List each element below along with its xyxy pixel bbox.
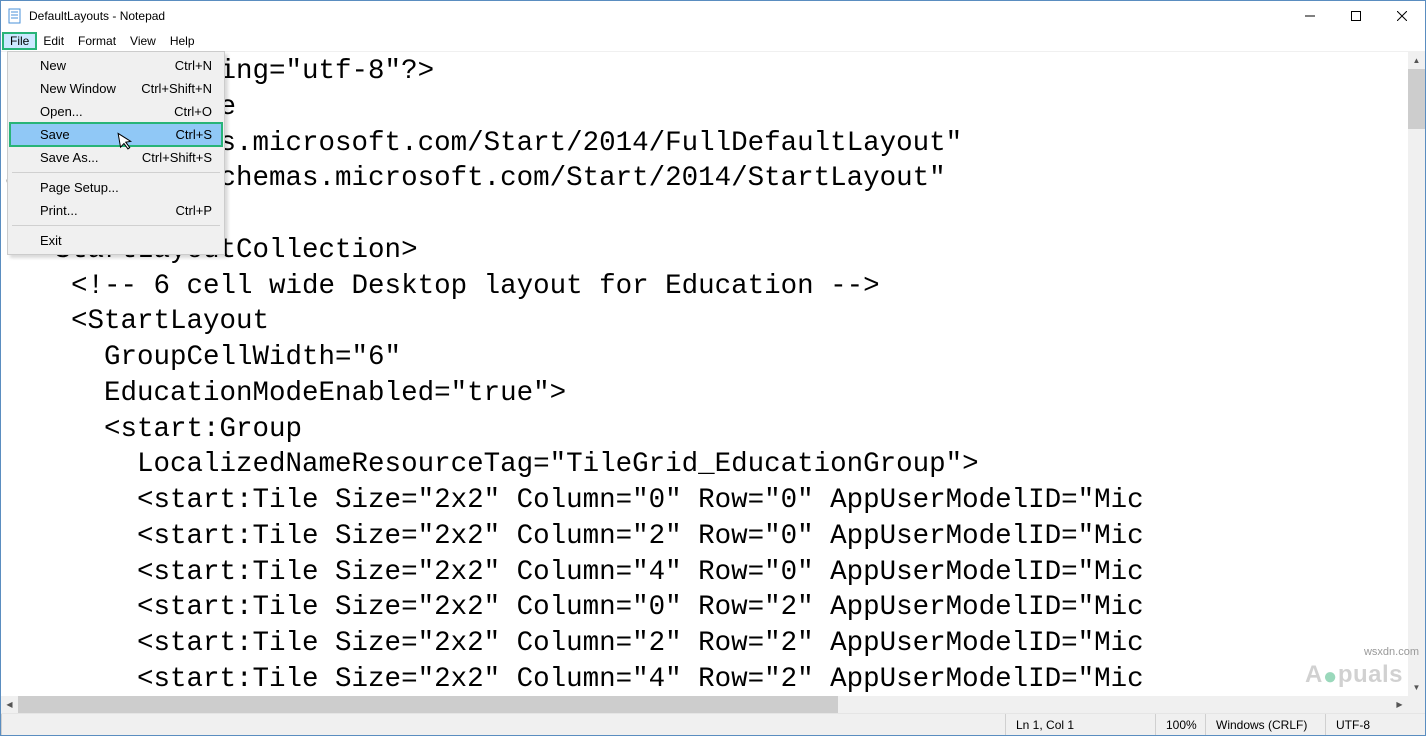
menu-item-label: Page Setup... xyxy=(40,180,119,195)
menu-item-label: New xyxy=(40,58,66,73)
menu-item-shortcut: Ctrl+N xyxy=(175,58,212,73)
app-window: DefaultLayouts - Notepad File Edit Forma… xyxy=(0,0,1426,736)
menu-item-label: New Window xyxy=(40,81,116,96)
scroll-thumb-horizontal[interactable] xyxy=(18,696,838,713)
menu-item-label: Print... xyxy=(40,203,78,218)
menu-item-shortcut: Ctrl+Shift+S xyxy=(142,150,212,165)
file-dropdown: New Ctrl+N New Window Ctrl+Shift+N Open.… xyxy=(7,51,225,255)
menu-item-label: Save xyxy=(40,127,70,142)
menu-help[interactable]: Help xyxy=(163,33,202,49)
status-encoding: UTF-8 xyxy=(1325,714,1425,735)
menu-file[interactable]: File xyxy=(3,33,36,49)
menu-item-page-setup[interactable]: Page Setup... xyxy=(10,176,222,199)
menu-item-new-window[interactable]: New Window Ctrl+Shift+N xyxy=(10,77,222,100)
maximize-button[interactable] xyxy=(1333,1,1379,31)
status-line-ending: Windows (CRLF) xyxy=(1205,714,1325,735)
menu-format[interactable]: Format xyxy=(71,33,123,49)
notepad-icon xyxy=(7,8,23,24)
status-position: Ln 1, Col 1 xyxy=(1005,714,1155,735)
menu-separator xyxy=(12,225,220,226)
scroll-up-icon[interactable]: ▲ xyxy=(1408,52,1425,69)
scroll-track-vertical[interactable] xyxy=(1408,69,1425,679)
menu-item-shortcut: Ctrl+Shift+N xyxy=(141,81,212,96)
menu-item-shortcut: Ctrl+S xyxy=(176,127,212,142)
vertical-scrollbar[interactable]: ▲ ▼ xyxy=(1408,52,1425,696)
menu-view[interactable]: View xyxy=(123,33,163,49)
menu-item-shortcut: Ctrl+O xyxy=(174,104,212,119)
horizontal-scrollbar[interactable]: ◀ ▶ xyxy=(1,696,1408,713)
status-zoom: 100% xyxy=(1155,714,1205,735)
scroll-right-icon[interactable]: ▶ xyxy=(1391,696,1408,713)
scroll-track-horizontal[interactable] xyxy=(18,696,1391,713)
window-title: DefaultLayouts - Notepad xyxy=(29,9,165,23)
minimize-button[interactable] xyxy=(1287,1,1333,31)
watermark: A●puals xyxy=(1305,661,1403,689)
menu-item-label: Open... xyxy=(40,104,83,119)
menu-item-label: Save As... xyxy=(40,150,99,165)
statusbar: Ln 1, Col 1 100% Windows (CRLF) UTF-8 xyxy=(1,713,1425,735)
menu-item-save[interactable]: Save Ctrl+S xyxy=(10,123,222,146)
menu-item-shortcut: Ctrl+P xyxy=(176,203,212,218)
close-button[interactable] xyxy=(1379,1,1425,31)
menu-item-new[interactable]: New Ctrl+N xyxy=(10,54,222,77)
window-controls xyxy=(1287,1,1425,31)
menu-item-label: Exit xyxy=(40,233,62,248)
menu-edit[interactable]: Edit xyxy=(36,33,71,49)
scroll-down-icon[interactable]: ▼ xyxy=(1408,679,1425,696)
menu-item-print[interactable]: Print... Ctrl+P xyxy=(10,199,222,222)
menubar: File Edit Format View Help xyxy=(1,31,1425,51)
menu-item-open[interactable]: Open... Ctrl+O xyxy=(10,100,222,123)
menu-item-exit[interactable]: Exit xyxy=(10,229,222,252)
titlebar: DefaultLayouts - Notepad xyxy=(1,1,1425,31)
scroll-left-icon[interactable]: ◀ xyxy=(1,696,18,713)
menu-separator xyxy=(12,172,220,173)
menu-item-save-as[interactable]: Save As... Ctrl+Shift+S xyxy=(10,146,222,169)
source-credit: wsxdn.com xyxy=(1364,646,1419,658)
scroll-thumb-vertical[interactable] xyxy=(1408,69,1425,129)
scroll-corner xyxy=(1408,696,1425,713)
